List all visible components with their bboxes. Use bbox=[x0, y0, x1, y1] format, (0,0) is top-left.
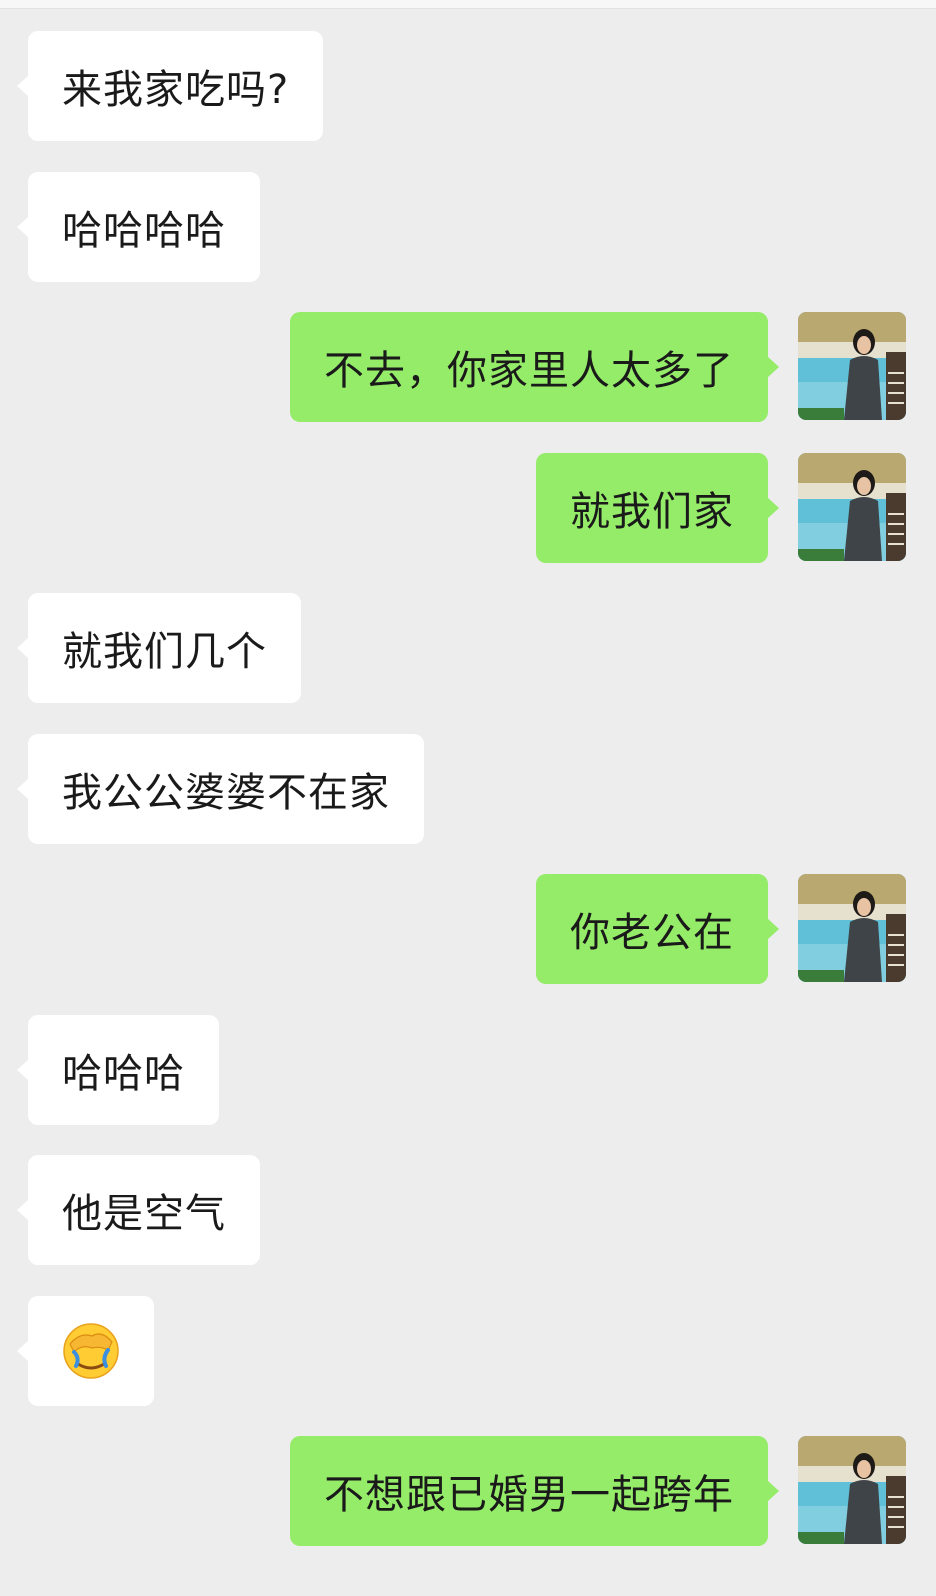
message-row-incoming bbox=[0, 1296, 936, 1406]
message-bubble-incoming[interactable] bbox=[17, 1296, 154, 1406]
message-text: 就我们家 bbox=[570, 489, 734, 535]
message-text: 我公公婆婆不在家 bbox=[62, 770, 390, 816]
message-bubble-incoming[interactable]: 我公公婆婆不在家 bbox=[17, 734, 424, 844]
message-bubble-incoming[interactable]: 来我家吃吗? bbox=[16, 31, 324, 141]
message-bubble-outgoing[interactable]: 你老公在 bbox=[536, 874, 779, 984]
face-palm-crying-emoji-icon bbox=[62, 1322, 120, 1380]
message-row-incoming: 就我们几个 bbox=[0, 593, 936, 703]
message-row-incoming: 我公公婆婆不在家 bbox=[0, 734, 936, 844]
message-row-outgoing: 不去，你家里人太多了 bbox=[0, 312, 936, 422]
message-text: 哈哈哈 bbox=[62, 1051, 185, 1097]
avatar[interactable] bbox=[798, 312, 906, 420]
message-bubble-outgoing[interactable]: 就我们家 bbox=[536, 453, 779, 563]
message-bubble-incoming[interactable]: 他是空气 bbox=[17, 1155, 260, 1265]
message-row-outgoing: 就我们家 bbox=[0, 453, 936, 563]
chat-message-list[interactable]: 来我家吃吗? 哈哈哈哈 不去，你家里人太多了 就我们家 就我们几个 我公公婆婆不… bbox=[0, 0, 936, 1596]
message-row-outgoing: 你老公在 bbox=[0, 874, 936, 984]
message-text: 来我家吃吗? bbox=[62, 67, 290, 113]
avatar[interactable] bbox=[798, 874, 906, 982]
avatar[interactable] bbox=[798, 453, 906, 561]
avatar-photo-icon bbox=[798, 312, 906, 420]
message-text: 你老公在 bbox=[570, 910, 734, 956]
message-row-incoming: 哈哈哈哈 bbox=[0, 172, 936, 282]
message-text: 不想跟已婚男一起跨年 bbox=[324, 1472, 734, 1518]
message-text: 就我们几个 bbox=[62, 629, 267, 675]
message-text: 他是空气 bbox=[62, 1191, 226, 1237]
message-text: 不去，你家里人太多了 bbox=[324, 348, 734, 394]
message-row-incoming: 来我家吃吗? bbox=[0, 31, 936, 141]
message-bubble-incoming[interactable]: 哈哈哈 bbox=[17, 1015, 219, 1125]
avatar-photo-icon bbox=[798, 874, 906, 982]
avatar-photo-icon bbox=[798, 1436, 906, 1544]
message-bubble-incoming[interactable]: 就我们几个 bbox=[17, 593, 301, 703]
message-row-incoming: 哈哈哈 bbox=[0, 1015, 936, 1125]
message-bubble-outgoing[interactable]: 不想跟已婚男一起跨年 bbox=[290, 1436, 779, 1546]
message-bubble-outgoing[interactable]: 不去，你家里人太多了 bbox=[290, 312, 779, 422]
avatar-photo-icon bbox=[798, 453, 906, 561]
message-text: 哈哈哈哈 bbox=[62, 208, 226, 254]
message-row-outgoing: 不想跟已婚男一起跨年 bbox=[0, 1436, 936, 1546]
avatar[interactable] bbox=[798, 1436, 906, 1544]
message-bubble-incoming[interactable]: 哈哈哈哈 bbox=[17, 172, 260, 282]
message-row-incoming: 他是空气 bbox=[0, 1155, 936, 1265]
